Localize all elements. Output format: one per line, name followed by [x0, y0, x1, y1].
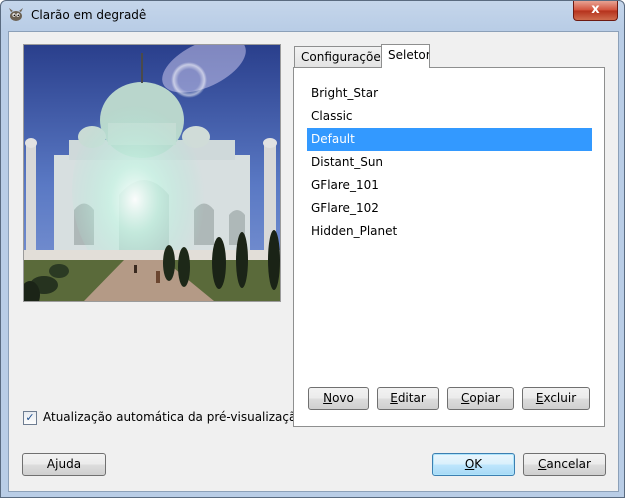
tab-label: Configurações	[301, 50, 382, 64]
copy-label: opiar	[469, 391, 500, 405]
edit-mnemonic: E	[390, 391, 398, 405]
list-item-gflare-101[interactable]: GFlare_101	[307, 174, 592, 197]
tab-configuracoes[interactable]: Configurações	[294, 46, 382, 67]
selector-tab-panel: Bright_Star Classic Default Distant_Sun …	[293, 67, 605, 427]
copy-button[interactable]: Copiar	[447, 387, 514, 410]
flare-list[interactable]: Bright_Star Classic Default Distant_Sun …	[307, 82, 592, 243]
edit-label: ditar	[397, 391, 426, 405]
help-label: uda	[58, 457, 82, 471]
edit-button[interactable]: Editar	[377, 387, 439, 410]
dialog-window: Clarão em degradê x ✓ Atualização automá…	[0, 0, 625, 498]
auto-update-checkbox[interactable]: ✓	[23, 411, 37, 425]
taj-mahal-preview-image	[24, 45, 280, 301]
ok-label: K	[474, 457, 483, 471]
delete-label: xcluir	[543, 391, 577, 405]
new-button[interactable]: Novo	[308, 387, 369, 410]
title-bar[interactable]: Clarão em degradê x	[1, 1, 624, 31]
tab-seletor[interactable]: Seletor	[381, 44, 430, 68]
delete-button[interactable]: Excluir	[522, 387, 590, 410]
list-item-gflare-102[interactable]: GFlare_102	[307, 197, 592, 220]
new-label: ovo	[332, 391, 354, 405]
close-button[interactable]: x	[573, 1, 618, 21]
cancel-label: ancelar	[546, 457, 591, 471]
gimp-app-icon	[9, 8, 23, 21]
auto-update-label[interactable]: Atualização automática da pré-visualizaç…	[43, 410, 304, 424]
list-item-default[interactable]: Default	[307, 128, 592, 151]
new-mnemonic: N	[323, 391, 333, 405]
list-item-distant-sun[interactable]: Distant_Sun	[307, 151, 592, 174]
ok-button[interactable]: OK	[432, 453, 515, 476]
list-item-classic[interactable]: Classic	[307, 105, 592, 128]
preview-image	[23, 44, 281, 302]
check-mark-icon: ✓	[25, 411, 35, 424]
window-title: Clarão em degradê	[31, 8, 147, 22]
tab-label: Seletor	[388, 48, 430, 62]
list-item-hidden-planet[interactable]: Hidden_Planet	[307, 220, 592, 243]
list-item-bright-star[interactable]: Bright_Star	[307, 82, 592, 105]
dialog-client-area: ✓ Atualização automática da pré-visualiz…	[8, 31, 619, 492]
ok-mnemonic: O	[464, 457, 475, 471]
close-icon: x	[591, 2, 600, 17]
help-button[interactable]: Ajuda	[22, 453, 106, 476]
help-prefix: A	[46, 457, 56, 471]
cancel-button[interactable]: Cancelar	[523, 453, 606, 476]
